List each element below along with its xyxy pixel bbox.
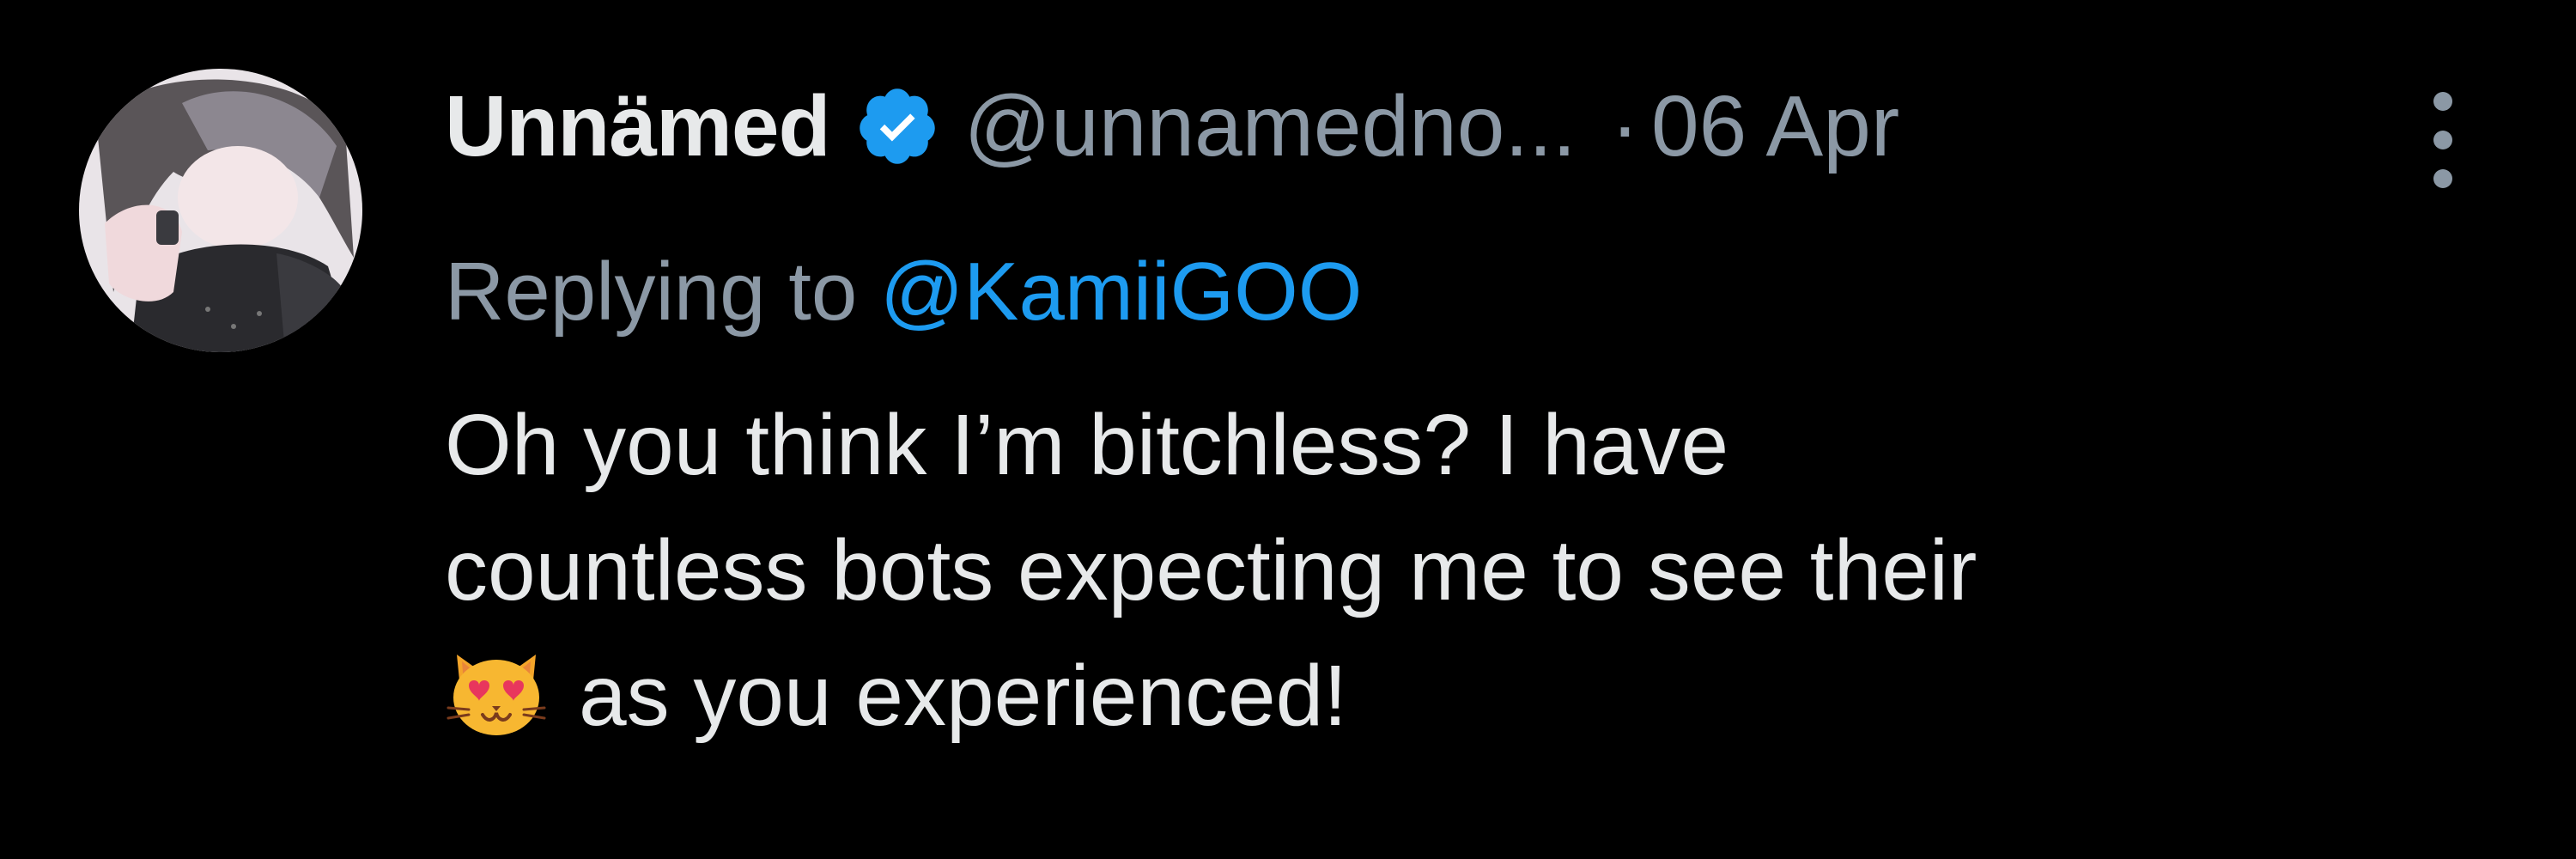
- tweet-card[interactable]: Unnämed @unnamedno... · 06 Apr Replying …: [0, 0, 2576, 859]
- avatar-image: [79, 69, 362, 352]
- tweet-text-line-after-emoji: as you experienced!: [579, 648, 1348, 744]
- tweet-text-line-with-emoji: as you experienced!: [445, 633, 2488, 758]
- verified-badge-icon: [854, 83, 940, 169]
- display-name[interactable]: Unnämed: [445, 77, 831, 176]
- user-handle[interactable]: @unnamedno...: [964, 77, 1577, 176]
- tweet-text-line: countless bots expecting me to see their: [445, 522, 1978, 618]
- replying-to-label: Replying to: [445, 246, 858, 338]
- replying-to: Replying to @KamiiGOO: [445, 236, 1362, 348]
- heart-eyes-cat-emoji-icon: [445, 646, 548, 740]
- separator-dot: ·: [1610, 77, 1640, 174]
- avatar[interactable]: [79, 69, 362, 352]
- replying-to-handle-link[interactable]: @KamiiGOO: [880, 246, 1363, 338]
- tweet-date[interactable]: 06 Apr: [1651, 77, 1899, 176]
- tweet-text: Oh you think I’m bitchless? I have count…: [445, 382, 2488, 758]
- tweet-header: Unnämed @unnamedno... · 06 Apr: [445, 70, 1899, 182]
- tweet-text-line: Oh you think I’m bitchless? I have: [445, 397, 1729, 493]
- more-options-icon[interactable]: [2413, 84, 2473, 196]
